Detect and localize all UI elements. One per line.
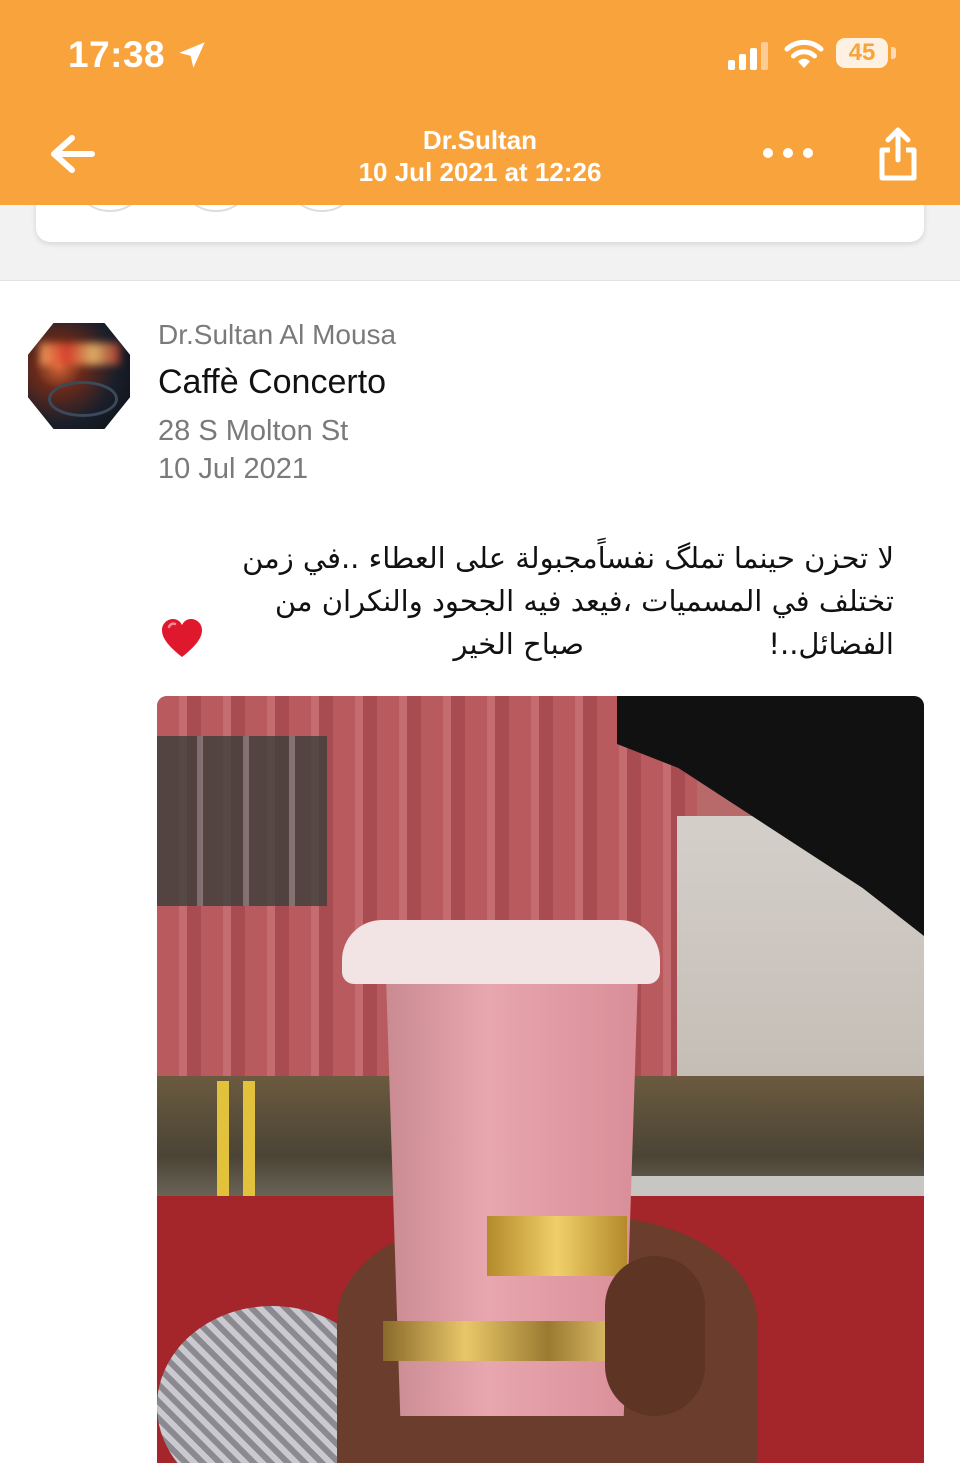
nav-title-name: Dr.Sultan — [422, 125, 538, 155]
nav-title: Dr.Sultan 10 Jul 2021 at 12:26 — [280, 124, 680, 188]
battery-icon: 45 — [836, 38, 888, 68]
avatar-lights — [40, 343, 120, 365]
photo-yellow-posts — [217, 1081, 267, 1201]
back-arrow-icon[interactable] — [46, 130, 98, 178]
avatar-dashboard — [48, 381, 118, 417]
venue-address: 28 S Molton St — [158, 415, 349, 447]
post-message: لا تحزن حينما تملگ نفساًمجبولة على العطا… — [232, 541, 894, 661]
nav-title-date: 10 Jul 2021 at 12:26 — [358, 157, 602, 187]
post-card: Dr.Sultan Al Mousa Caffè Concerto 28 S M… — [0, 280, 960, 1463]
status-time: 17:38 — [68, 34, 166, 75]
signal-icon — [728, 42, 768, 70]
photo-thumb — [605, 1256, 705, 1416]
post-date: 10 Jul 2021 — [158, 453, 308, 485]
photo-cup-lid — [342, 920, 660, 984]
post-photo[interactable] — [157, 696, 924, 1463]
wifi-icon — [784, 39, 824, 68]
photo-cup-logo — [487, 1216, 627, 1276]
location-arrow-icon — [179, 42, 205, 68]
share-icon[interactable] — [876, 126, 920, 182]
venue-name[interactable]: Caffè Concerto — [158, 363, 386, 402]
top-bar: 17:38 45 Dr.Sultan 10 Jul 2021 at 12:26 — [0, 0, 960, 205]
battery-tip — [891, 47, 896, 59]
more-icon[interactable] — [760, 145, 816, 161]
post-author[interactable]: Dr.Sultan Al Mousa — [158, 319, 396, 351]
heart-icon — [162, 619, 202, 657]
photo-cup-band — [383, 1321, 631, 1361]
photo-windows — [157, 736, 327, 906]
avatar[interactable] — [28, 323, 130, 429]
